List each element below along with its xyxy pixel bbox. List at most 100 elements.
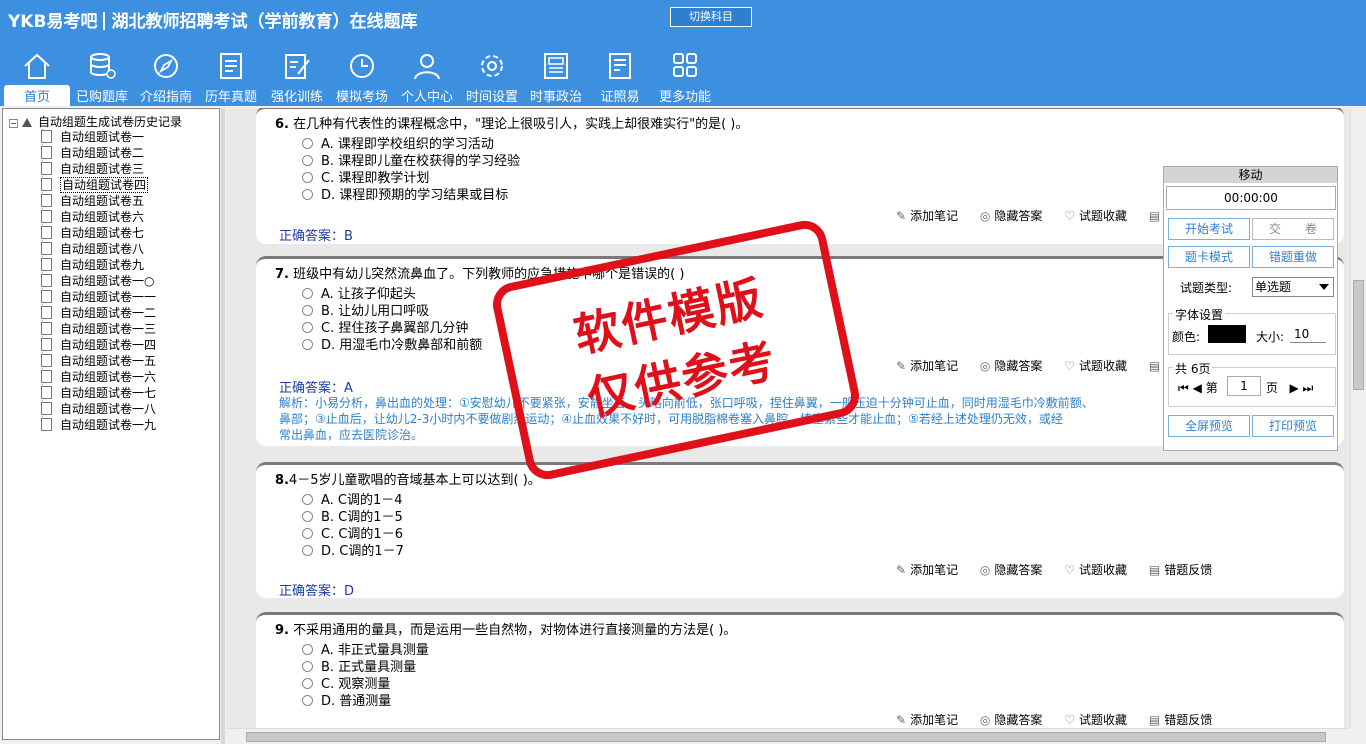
nav-certificate[interactable]: 证照易	[588, 48, 652, 106]
radio-button[interactable]	[302, 545, 313, 556]
history-tree: − 自动组题生成试卷历史记录 自动组题试卷一 自动组题试卷二 自动组题试卷三 自动组题试…	[2, 108, 220, 740]
redo-wrong-button[interactable]: 错题重做	[1252, 246, 1334, 268]
start-exam-button[interactable]: 开始考试	[1168, 218, 1250, 240]
nav-mock-exam[interactable]: 模拟考场	[330, 48, 394, 106]
radio-button[interactable]	[302, 189, 313, 200]
radio-button[interactable]	[302, 305, 313, 316]
radio-button[interactable]	[302, 661, 313, 672]
next-page-icon[interactable]: ▶	[1289, 381, 1298, 395]
tree-item[interactable]: 自动组题试卷二	[41, 145, 144, 161]
nav-current-affairs[interactable]: 时事政治	[524, 48, 588, 106]
favorite-button[interactable]: 试题收藏	[1079, 209, 1127, 223]
nav-time-settings[interactable]: 时间设置	[460, 48, 524, 106]
radio-button[interactable]	[302, 172, 313, 183]
print-preview-button[interactable]: 打印预览	[1252, 415, 1334, 437]
feedback-icon: ▤	[1148, 563, 1161, 577]
radio-button[interactable]	[302, 511, 313, 522]
splitter[interactable]	[221, 108, 225, 744]
tree-item[interactable]: 自动组题试卷一九	[41, 417, 156, 433]
tree-item[interactable]: 自动组题试卷一五	[41, 353, 156, 369]
tree-item[interactable]: 自动组题试卷一七	[41, 385, 156, 401]
radio-button[interactable]	[302, 322, 313, 333]
tree-root[interactable]: − 自动组题生成试卷历史记录	[9, 113, 182, 130]
feedback-button[interactable]: 错题反馈	[1164, 713, 1212, 727]
tree-item[interactable]: 自动组题试卷一一	[41, 289, 156, 305]
nav-past-exams[interactable]: 历年真题	[198, 48, 264, 106]
vertical-scrollbar[interactable]	[1350, 108, 1366, 728]
tree-item[interactable]: 自动组题试卷一二	[41, 305, 156, 321]
feedback-icon: ▤	[1148, 209, 1161, 223]
scroll-thumb[interactable]	[246, 732, 1326, 742]
fullscreen-preview-button[interactable]: 全屏预览	[1168, 415, 1250, 437]
tree-item[interactable]: 自动组题试卷八	[41, 241, 144, 257]
page-input[interactable]: 1	[1227, 376, 1261, 396]
nav-home[interactable]: 首页	[4, 48, 70, 106]
radio-button[interactable]	[302, 138, 313, 149]
tree-item[interactable]: 自动组题试卷七	[41, 225, 144, 241]
heart-icon: ♡	[1064, 359, 1075, 373]
first-page-icon[interactable]: ⏮	[1178, 381, 1189, 395]
add-note-button[interactable]: 添加笔记	[910, 563, 958, 577]
radio-button[interactable]	[302, 155, 313, 166]
hide-answer-button[interactable]: 隐藏答案	[994, 359, 1042, 373]
nav-profile[interactable]: 个人中心	[394, 48, 460, 106]
submit-button[interactable]: 交 卷	[1252, 218, 1334, 240]
font-size-input[interactable]: 10	[1290, 327, 1326, 343]
hide-answer-button[interactable]: 隐藏答案	[994, 563, 1042, 577]
eye-icon: ◎	[979, 209, 991, 223]
tree-item[interactable]: 自动组题试卷五	[41, 193, 144, 209]
favorite-button[interactable]: 试题收藏	[1079, 563, 1127, 577]
add-note-button[interactable]: 添加笔记	[910, 209, 958, 223]
radio-button[interactable]	[302, 678, 313, 689]
question-card: 9. 不采用通用的量具，而是运用一些自然物，对物体进行直接测量的方法是( )。 …	[256, 612, 1344, 728]
radio-button[interactable]	[302, 644, 313, 655]
switch-subject-button[interactable]: 切换科目	[670, 7, 752, 27]
radio-button[interactable]	[302, 695, 313, 706]
nav-label: 时间设置	[465, 90, 518, 105]
tree-item[interactable]: 自动组题试卷一○	[41, 273, 154, 289]
option-d[interactable]: D. 课程即预期的学习结果或目标	[302, 184, 508, 203]
clock-icon	[350, 54, 374, 78]
tree-item[interactable]: 自动组题试卷一四	[41, 337, 156, 353]
timer-display: 00:00:00	[1166, 186, 1336, 210]
card-mode-button[interactable]: 题卡模式	[1168, 246, 1250, 268]
last-page-icon[interactable]: ⏭	[1303, 381, 1314, 395]
document-icon	[41, 210, 52, 223]
tree-item[interactable]: 自动组题试卷四	[41, 177, 149, 193]
radio-button[interactable]	[302, 528, 313, 539]
radio-button[interactable]	[302, 339, 313, 350]
option-d[interactable]: D. C调的1－7	[302, 540, 404, 559]
option-d[interactable]: D. 用湿毛巾冷敷鼻部和前额	[302, 334, 482, 353]
color-picker[interactable]	[1208, 325, 1246, 343]
question-type-select[interactable]: 单选题	[1252, 277, 1334, 297]
tree-item[interactable]: 自动组题试卷一三	[41, 321, 156, 337]
nav-guide[interactable]: 介绍指南	[134, 48, 198, 106]
collapse-icon[interactable]: −	[9, 119, 18, 128]
scroll-thumb[interactable]	[1353, 280, 1364, 390]
nav-purchased[interactable]: 已购题库	[70, 48, 134, 106]
add-note-button[interactable]: 添加笔记	[910, 359, 958, 373]
nav-more[interactable]: 更多功能	[652, 48, 718, 106]
feedback-button[interactable]: 错题反馈	[1164, 563, 1212, 577]
question-title: 6. 在几种有代表性的课程概念中，"理论上很吸引人，实践上却很难实行"的是( )…	[275, 117, 749, 132]
grid-icon	[673, 53, 697, 77]
tree-item[interactable]: 自动组题试卷一	[41, 129, 144, 145]
tree-item[interactable]: 自动组题试卷六	[41, 209, 144, 225]
prev-page-icon[interactable]: ◀	[1193, 381, 1202, 395]
correct-answer: 正确答案：D	[279, 584, 355, 599]
tree-item[interactable]: 自动组题试卷九	[41, 257, 144, 273]
nav-training[interactable]: 强化训练	[264, 48, 330, 106]
option-d[interactable]: D. 普通测量	[302, 690, 391, 709]
favorite-button[interactable]: 试题收藏	[1079, 359, 1127, 373]
tree-item[interactable]: 自动组题试卷三	[41, 161, 144, 177]
tree-item[interactable]: 自动组题试卷一六	[41, 369, 156, 385]
favorite-button[interactable]: 试题收藏	[1079, 713, 1127, 727]
hide-answer-button[interactable]: 隐藏答案	[994, 209, 1042, 223]
radio-button[interactable]	[302, 288, 313, 299]
tree-item[interactable]: 自动组题试卷一八	[41, 401, 156, 417]
horizontal-scrollbar[interactable]	[226, 728, 1350, 744]
add-note-button[interactable]: 添加笔记	[910, 713, 958, 727]
panel-move-handle[interactable]: 移动	[1164, 167, 1337, 183]
hide-answer-button[interactable]: 隐藏答案	[994, 713, 1042, 727]
radio-button[interactable]	[302, 494, 313, 505]
